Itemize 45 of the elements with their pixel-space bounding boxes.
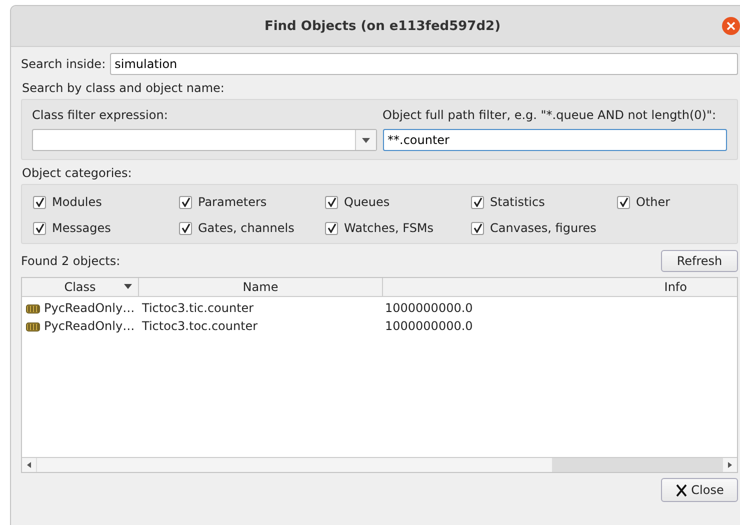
- search-inside-label: Search inside:: [21, 57, 106, 71]
- close-icon: [675, 484, 688, 496]
- checkbox-label: Parameters: [198, 195, 267, 209]
- object-icon: [26, 302, 40, 314]
- column-header[interactable]: Class: [22, 278, 139, 296]
- window-title: Find Objects (on e113fed597d2): [264, 18, 501, 34]
- section-label: Search by class and object name:: [22, 81, 226, 95]
- horizontal-scrollbar[interactable]: [22, 457, 737, 472]
- close-button[interactable]: Close: [661, 478, 738, 502]
- search-inside-field[interactable]: simulation: [110, 53, 738, 75]
- checkbox[interactable]: [33, 196, 46, 208]
- sort-arrow-icon: [124, 284, 132, 289]
- checkbox-label: Other: [636, 195, 670, 209]
- checkbox-label: Gates, channels: [198, 221, 294, 235]
- table-cell: Tictoc3.toc.counter: [142, 319, 258, 333]
- refresh-button[interactable]: Refresh: [661, 250, 738, 272]
- checkbox[interactable]: [33, 222, 46, 234]
- class-filter-label: Class filter expression:: [32, 108, 169, 122]
- close-icon[interactable]: [722, 17, 740, 35]
- checkbox[interactable]: [325, 222, 338, 234]
- column-header[interactable]: Name: [139, 278, 383, 296]
- checkbox[interactable]: [471, 222, 484, 234]
- checkbox[interactable]: [471, 196, 484, 208]
- table-cell: 1000000000.0: [385, 301, 473, 315]
- checkbox-label: Modules: [52, 195, 102, 209]
- section-label: Object categories:: [22, 166, 133, 180]
- checkbox[interactable]: [325, 196, 338, 208]
- checkbox-label: Watches, FSMs: [344, 221, 434, 235]
- path-filter-label: Object full path filter, e.g. "*.queue AND not length(0)":: [382, 108, 718, 122]
- results-count: Found 2 objects:: [21, 254, 120, 268]
- checkbox[interactable]: [179, 222, 192, 234]
- checkbox-label: Queues: [344, 195, 390, 209]
- table-cell: PycReadOnly…: [44, 319, 135, 333]
- object-icon: [26, 320, 40, 332]
- column-header[interactable]: Info: [383, 278, 737, 296]
- dropdown-arrow-icon: [362, 138, 370, 142]
- checkbox-label: Canvases, figures: [490, 221, 596, 235]
- table-cell: PycReadOnly…: [44, 301, 135, 315]
- checkbox[interactable]: [179, 196, 192, 208]
- table-cell: 1000000000.0: [385, 319, 473, 333]
- checkbox-label: Statistics: [490, 195, 545, 209]
- checkbox[interactable]: [617, 196, 630, 208]
- path-filter-field[interactable]: **.counter: [382, 129, 727, 151]
- checkbox-label: Messages: [52, 221, 111, 235]
- table-cell: Tictoc3.tic.counter: [142, 301, 254, 315]
